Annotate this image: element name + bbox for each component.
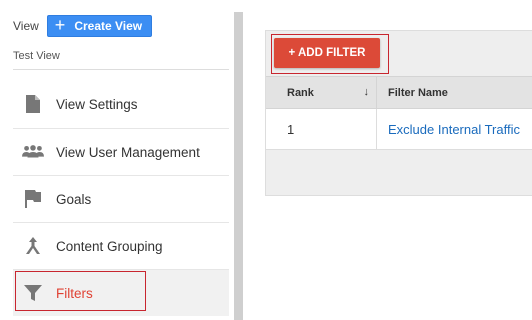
- rank-column-header[interactable]: Rank ↓: [266, 77, 377, 108]
- plus-icon: +: [54, 15, 66, 35]
- filters-panel: + ADD FILTER Rank ↓ Filter Name 1 Exclud…: [243, 0, 532, 320]
- table-header: Rank ↓ Filter Name: [266, 76, 532, 109]
- nav-item-label: View Settings: [56, 96, 138, 112]
- filters-highlight-box: [15, 271, 146, 311]
- nav-item-view-user-management[interactable]: View User Management: [13, 129, 229, 175]
- document-icon: [22, 93, 44, 115]
- create-view-label: Create View: [74, 19, 143, 33]
- people-icon: [22, 141, 44, 163]
- rank-column-label: Rank: [287, 86, 314, 99]
- filter-name-column-label: Filter Name: [388, 86, 448, 99]
- view-selector[interactable]: Test View: [13, 50, 60, 62]
- create-view-button[interactable]: + Create View: [46, 15, 153, 37]
- nav-item-label: Goals: [56, 191, 92, 207]
- filter-name-link[interactable]: Exclude Internal Traffic: [377, 109, 532, 149]
- view-header: View + Create View: [13, 14, 153, 38]
- sort-descending-icon: ↓: [363, 86, 370, 98]
- rank-cell: 1: [266, 109, 377, 149]
- table-row: 1 Exclude Internal Traffic: [266, 109, 532, 150]
- divider: [13, 69, 229, 70]
- nav-item-label: Content Grouping: [56, 238, 163, 254]
- nav-item-label: View User Management: [56, 144, 200, 160]
- add-filter-highlight-box: [271, 34, 389, 74]
- scrollbar[interactable]: [234, 12, 243, 320]
- content-grouping-icon: [22, 235, 44, 257]
- admin-view-page: View + Create View Test View View Settin…: [0, 0, 532, 320]
- nav-item-goals[interactable]: Goals: [13, 176, 229, 222]
- view-label: View: [13, 19, 39, 33]
- view-admin-panel: View + Create View Test View View Settin…: [0, 0, 234, 320]
- flag-icon: [22, 188, 44, 210]
- filter-name-column-header[interactable]: Filter Name: [377, 77, 532, 108]
- nav-item-view-settings[interactable]: View Settings: [13, 81, 229, 127]
- nav-item-content-grouping[interactable]: Content Grouping: [13, 223, 229, 269]
